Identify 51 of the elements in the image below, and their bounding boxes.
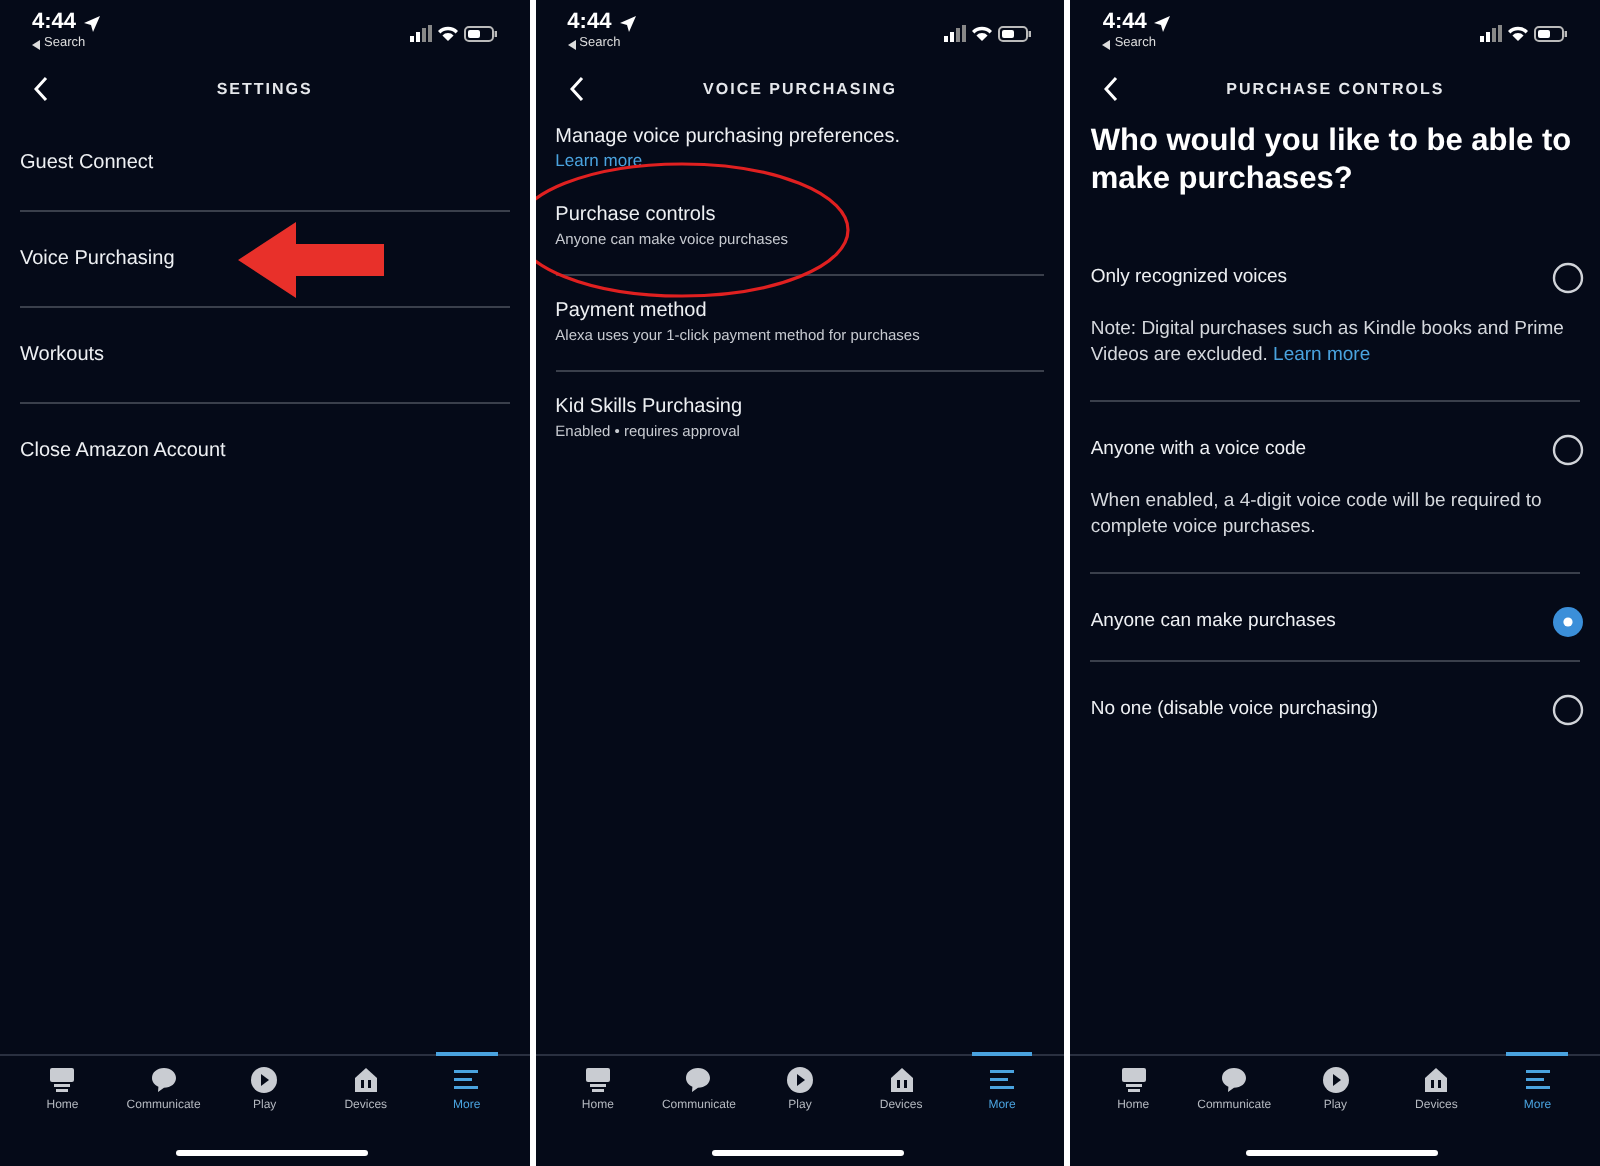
radio-unselected[interactable]	[1552, 694, 1585, 726]
radio-unselected[interactable]	[1552, 434, 1585, 466]
communicate-icon	[149, 1066, 178, 1094]
location-arrow-icon	[619, 15, 636, 31]
note-text: When enabled, a 4-digit voice code will be required to complete voice purchases.	[1090, 488, 1544, 542]
settings-row[interactable]: Workouts	[20, 308, 510, 402]
communicate-icon	[1220, 1066, 1249, 1094]
status-icons	[1480, 24, 1569, 44]
note-text: Note: Digital purchases such as Kindle books and Prime Videos are excluded. Learn more	[1090, 316, 1566, 370]
radio-option[interactable]: Anyone with a voice code	[1090, 412, 1581, 488]
play-icon	[786, 1066, 814, 1094]
status-time: 4:44	[32, 10, 77, 36]
radio-selected[interactable]	[1552, 606, 1585, 638]
radio-option[interactable]: Anyone can make purchases	[1090, 584, 1581, 660]
settings-row[interactable]: Voice Purchasing	[20, 212, 510, 306]
learn-more-link[interactable]: Learn more	[555, 150, 643, 172]
status-icons	[944, 24, 1033, 44]
home-icon	[48, 1066, 77, 1094]
radio-option[interactable]: No one (disable voice purchasing)	[1090, 672, 1581, 748]
screen-title: VOICE PURCHASING	[703, 78, 897, 102]
back-triangle-icon	[32, 39, 40, 49]
status-time: 4:44	[567, 10, 612, 36]
location-arrow-icon	[1154, 15, 1171, 31]
screen-title: PURCHASE CONTROLS	[1226, 78, 1445, 102]
learn-more-link[interactable]: Learn more	[1273, 344, 1371, 366]
radio-unselected[interactable]	[1552, 262, 1585, 294]
devices-icon	[1422, 1066, 1451, 1094]
home-icon	[1119, 1066, 1148, 1094]
home-icon	[583, 1066, 612, 1094]
communicate-icon	[684, 1066, 713, 1094]
back-chevron-icon[interactable]	[34, 76, 48, 102]
status-time: 4:44	[1102, 10, 1147, 36]
back-chevron-icon[interactable]	[569, 76, 584, 102]
back-triangle-icon	[567, 39, 576, 49]
status-icons	[409, 24, 498, 44]
more-icon	[1523, 1066, 1552, 1094]
radio-option[interactable]: Only recognized voices	[1090, 240, 1581, 316]
back-chevron-icon[interactable]	[1104, 76, 1119, 102]
location-arrow-icon	[84, 15, 101, 31]
intro-text: Manage voice purchasing preferences.	[555, 126, 902, 150]
settings-row[interactable]: Guest Connect	[20, 116, 510, 210]
screen-title: SETTINGS	[216, 78, 313, 102]
settings-row[interactable]: Close Amazon Account	[20, 404, 510, 498]
play-icon	[250, 1066, 279, 1094]
play-icon	[1321, 1066, 1350, 1094]
more-icon	[452, 1066, 481, 1094]
back-triangle-icon	[1102, 39, 1111, 49]
devices-icon	[351, 1066, 380, 1094]
more-icon	[988, 1066, 1017, 1094]
devices-icon	[887, 1066, 916, 1094]
question-heading: Who would you like to be able to make purchases?	[1090, 122, 1574, 200]
